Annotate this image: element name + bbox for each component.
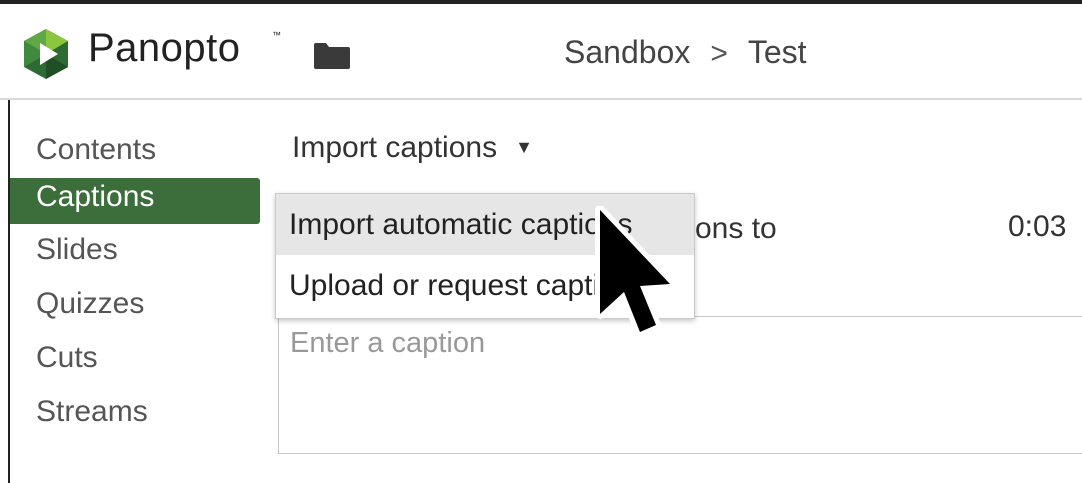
breadcrumb: Sandbox > Test [564, 34, 807, 71]
sidebar-item-cuts[interactable]: Cuts [10, 338, 260, 392]
breadcrumb-parent[interactable]: Sandbox [564, 34, 690, 70]
import-captions-label: Import captions [292, 131, 498, 164]
import-captions-button[interactable]: Import captions ▼ [292, 131, 533, 165]
caption-input-placeholder: Enter a caption [290, 327, 486, 359]
sidebar-item-slides[interactable]: Slides [10, 230, 260, 284]
breadcrumb-current: Test [747, 34, 807, 70]
folder-icon[interactable] [313, 42, 351, 70]
sidebar-item-captions[interactable]: Captions [10, 178, 260, 224]
caret-down-icon: ▼ [515, 137, 533, 157]
sidebar-item-streams[interactable]: Streams [10, 392, 260, 446]
panopto-logo-icon [24, 29, 68, 79]
caption-input[interactable]: Enter a caption [278, 316, 1082, 454]
caption-timestamp[interactable]: 0:03 [1008, 210, 1066, 244]
sidebar-item-contents[interactable]: Contents [10, 130, 260, 184]
brand-name: Panopto [88, 26, 241, 70]
mouse-pointer-icon [595, 206, 674, 337]
sidebar-nav: Contents Captions Slides Quizzes Cuts St… [10, 130, 260, 446]
breadcrumb-separator: > [710, 37, 728, 70]
trademark-symbol: ™ [272, 30, 281, 40]
sidebar-item-quizzes[interactable]: Quizzes [10, 284, 260, 338]
app-header: Panopto ™ Sandbox > Test [0, 4, 1082, 100]
